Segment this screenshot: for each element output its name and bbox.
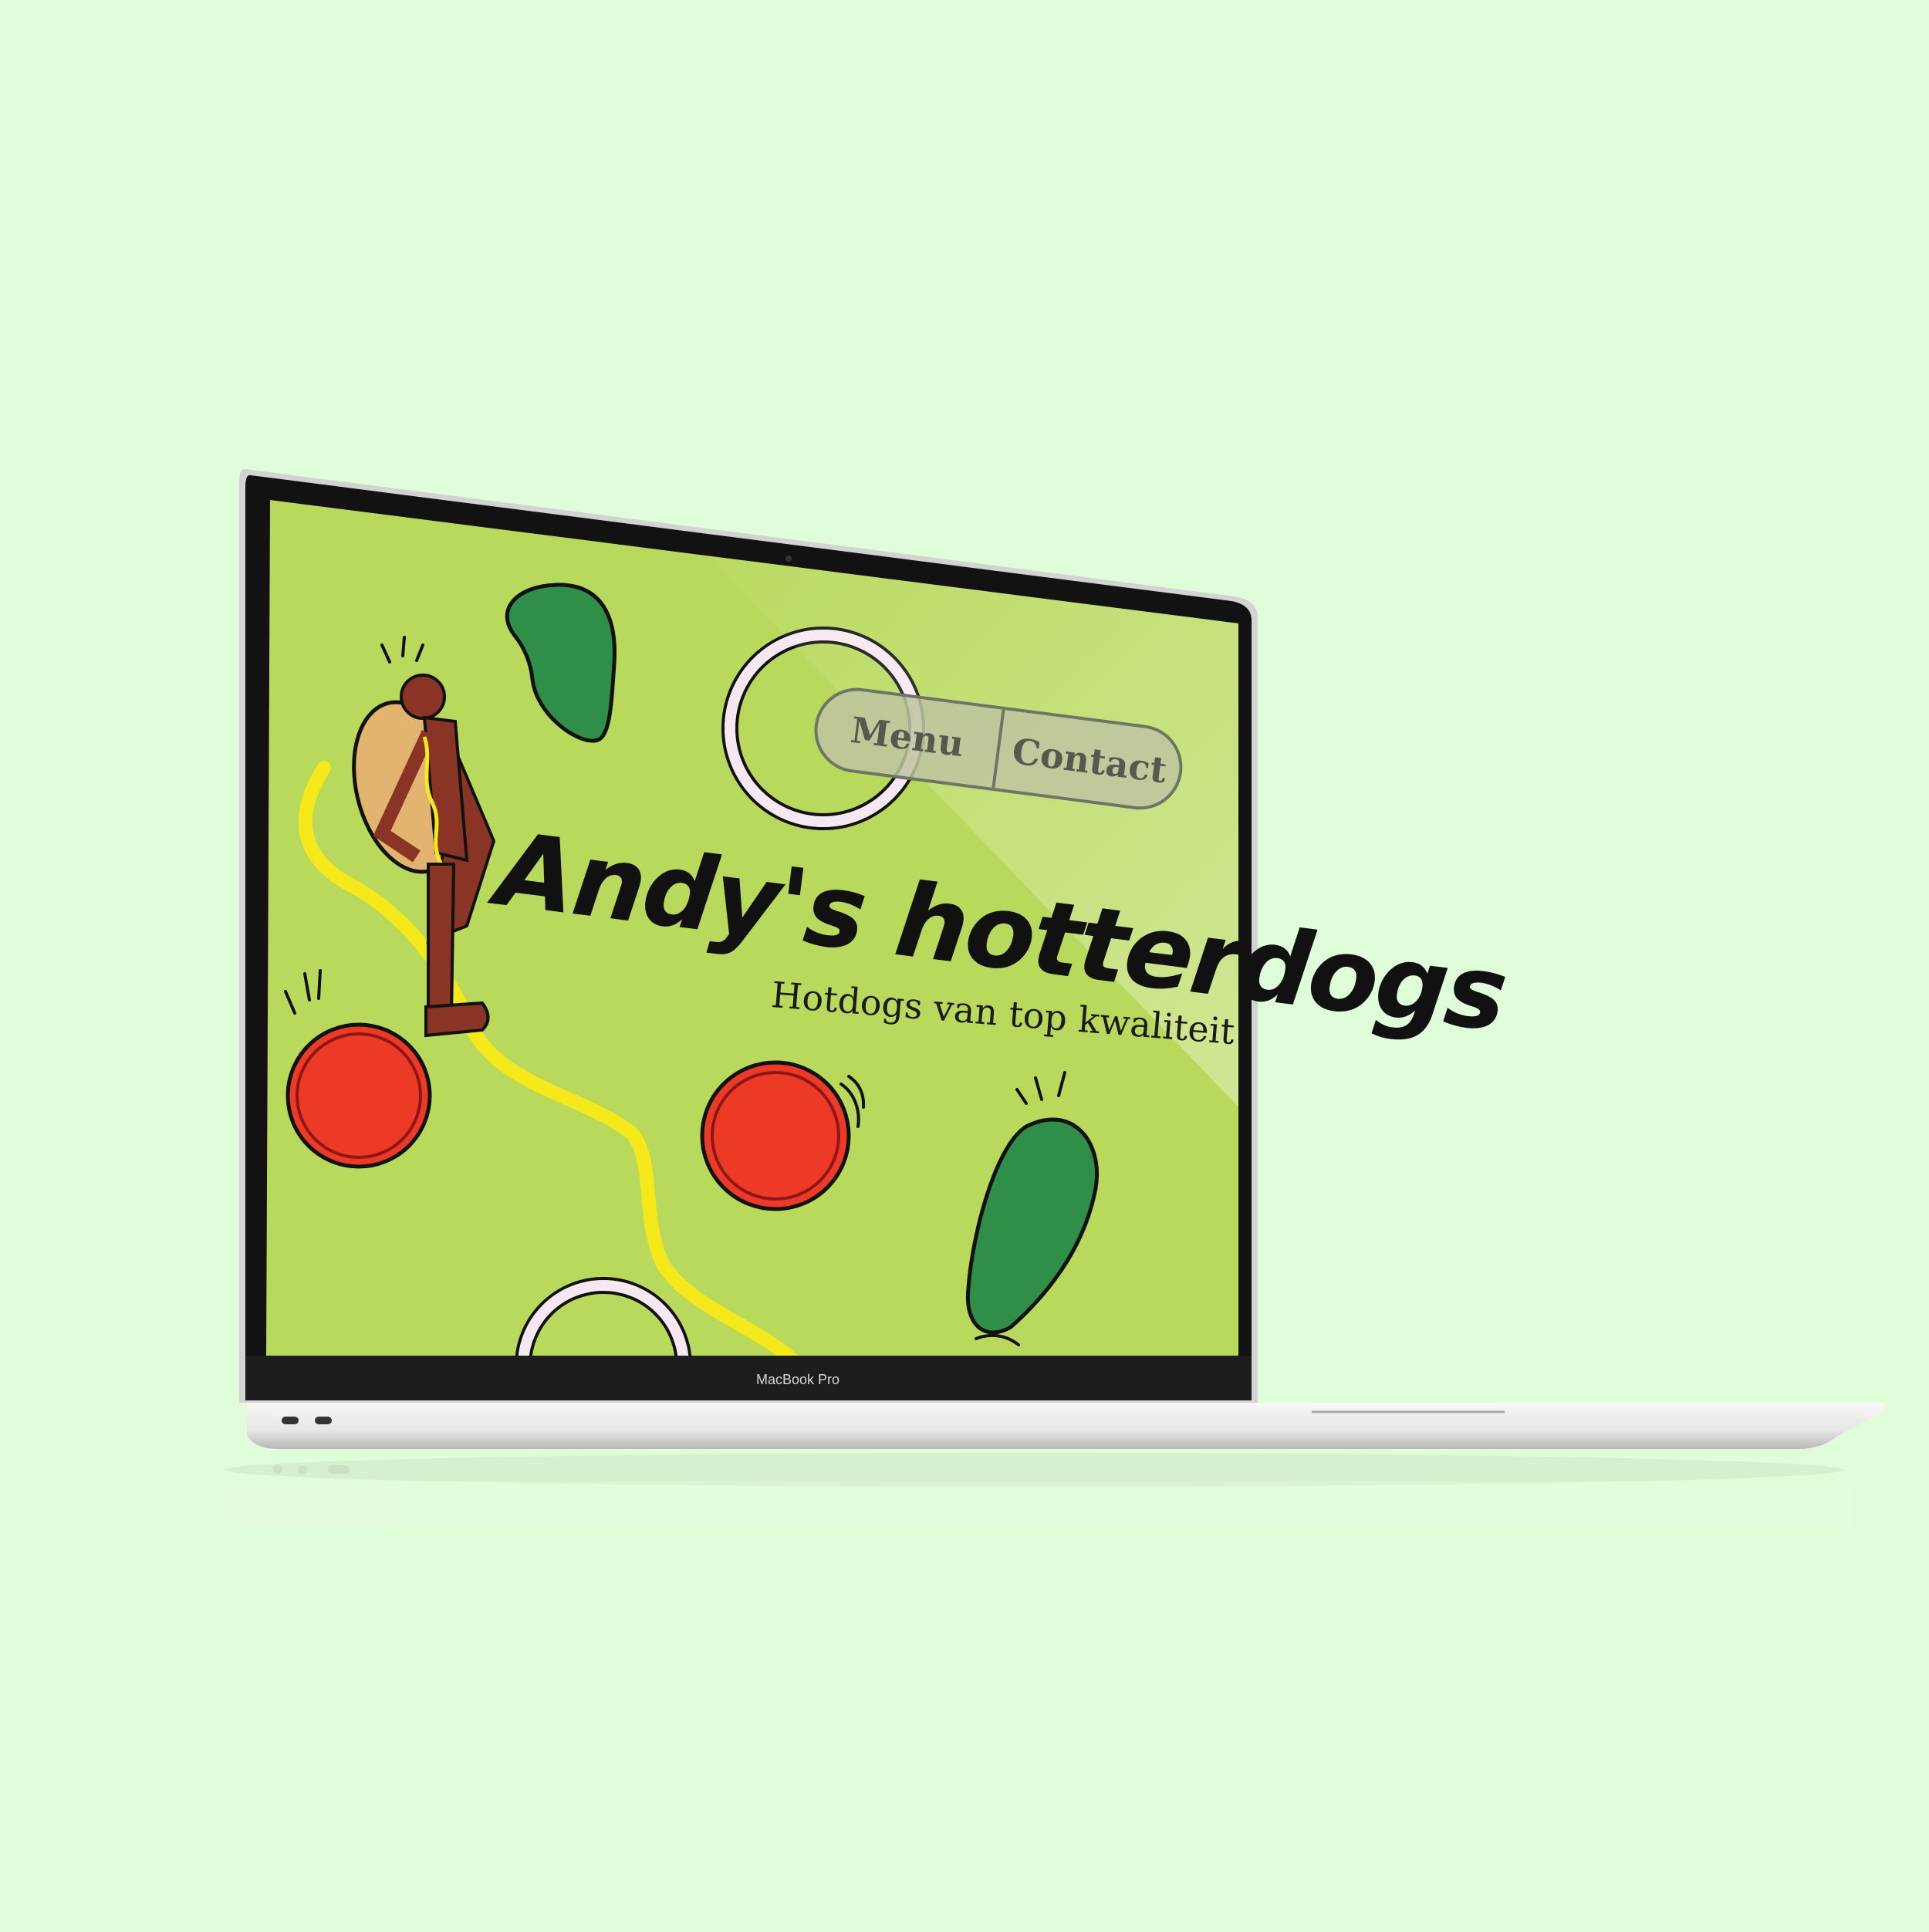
- camera-icon: [785, 556, 792, 562]
- usb-c-port-icon: [315, 1417, 332, 1424]
- laptop-base: [247, 1403, 1886, 1449]
- usb-c-port-icon: [282, 1417, 299, 1424]
- device-brand-label: MacBook Pro: [756, 1372, 840, 1387]
- screen-chin: [245, 1356, 1252, 1400]
